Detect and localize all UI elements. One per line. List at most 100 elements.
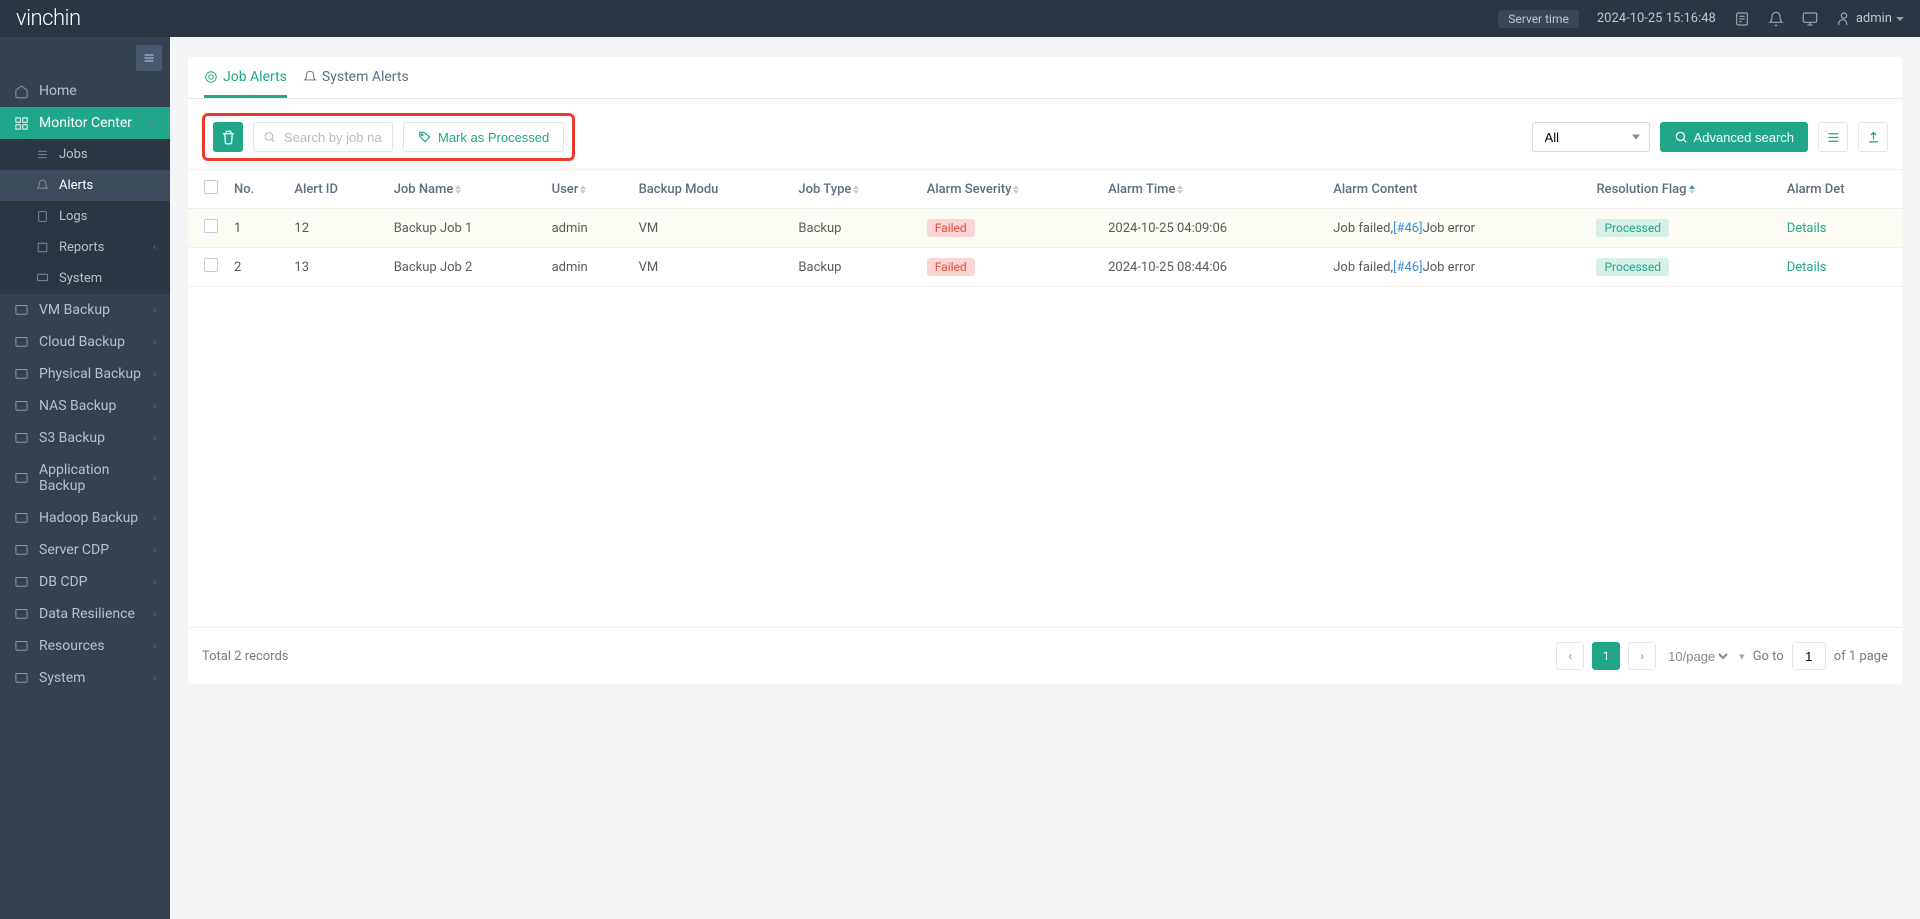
file-icon [36, 210, 49, 223]
nav-server-cdp[interactable]: Server CDP‹ [0, 534, 170, 566]
col-time[interactable]: Alarm Time [1100, 170, 1325, 209]
col-severity[interactable]: Alarm Severity [919, 170, 1100, 209]
resolution-badge: Processed [1596, 258, 1669, 276]
module-icon [14, 511, 29, 526]
nav-home[interactable]: Home [0, 75, 170, 107]
toolbar-highlight: Mark as Processed [202, 113, 575, 161]
nav-vm-backup[interactable]: VM Backup‹ [0, 294, 170, 326]
col-alert-id[interactable]: Alert ID [286, 170, 385, 209]
resolution-badge: Processed [1596, 219, 1669, 237]
nav-s3-backup[interactable]: S3 Backup‹ [0, 422, 170, 454]
nav-logs[interactable]: Logs [0, 201, 170, 232]
list-icon [36, 148, 49, 161]
sidebar: Home Monitor Center ⌄ Jobs Alerts Logs R… [0, 37, 170, 919]
report-icon [36, 241, 49, 254]
module-icon [14, 639, 29, 654]
error-code-link[interactable]: [#46] [1393, 221, 1423, 236]
total-records: Total 2 records [202, 649, 289, 664]
pager-page-1[interactable]: 1 [1592, 642, 1620, 670]
nav-data-resilience[interactable]: Data Resilience‹ [0, 598, 170, 630]
pager-prev[interactable]: ‹ [1556, 642, 1584, 670]
col-user[interactable]: User [544, 170, 631, 209]
nav-monitor-sub: Jobs Alerts Logs Reports‹ System [0, 139, 170, 294]
of-pages: of 1 page [1834, 649, 1888, 664]
severity-badge: Failed [927, 258, 975, 276]
module-icon [14, 399, 29, 414]
username: admin [1856, 11, 1892, 26]
search-icon [263, 131, 276, 144]
system-icon [36, 272, 49, 285]
nav-reports[interactable]: Reports‹ [0, 232, 170, 263]
severity-badge: Failed [927, 219, 975, 237]
advanced-search-button[interactable]: Advanced search [1660, 122, 1808, 152]
delete-button[interactable] [213, 122, 243, 152]
user-icon [1836, 11, 1852, 27]
module-icon [14, 607, 29, 622]
sidebar-toggle[interactable] [136, 45, 162, 71]
module-icon [14, 335, 29, 350]
pager-next[interactable]: › [1628, 642, 1656, 670]
alerts-table: No. Alert ID Job Name User Backup Modu J… [188, 169, 1902, 287]
nav-cloud-backup[interactable]: Cloud Backup‹ [0, 326, 170, 358]
bell-icon[interactable] [1768, 11, 1784, 27]
nav-alerts[interactable]: Alerts [0, 170, 170, 201]
col-details[interactable]: Alarm Det [1779, 170, 1902, 209]
monitor-icon[interactable] [1802, 11, 1818, 27]
error-code-link[interactable]: [#46] [1393, 260, 1423, 275]
home-icon [14, 84, 29, 99]
goto-input[interactable] [1792, 642, 1826, 670]
server-time: 2024-10-25 15:16:48 [1597, 11, 1716, 26]
module-icon [14, 431, 29, 446]
notes-icon[interactable] [1734, 11, 1750, 27]
module-icon [14, 471, 29, 486]
details-link[interactable]: Details [1787, 221, 1827, 236]
export-icon [1866, 130, 1881, 145]
list-view-button[interactable] [1818, 122, 1848, 152]
nav-monitor-center[interactable]: Monitor Center ⌄ [0, 107, 170, 139]
chevron-down-icon [1896, 17, 1904, 21]
details-link[interactable]: Details [1787, 260, 1827, 275]
col-content[interactable]: Alarm Content [1325, 170, 1588, 209]
nav-system-sub[interactable]: System [0, 263, 170, 294]
tab-system-alerts[interactable]: System Alerts [303, 57, 409, 98]
col-module[interactable]: Backup Modu [631, 170, 791, 209]
search-icon [1674, 130, 1688, 144]
server-time-label: Server time [1498, 10, 1579, 28]
col-flag[interactable]: Resolution Flag [1588, 170, 1778, 209]
module-icon [14, 303, 29, 318]
table-row: 2 13 Backup Job 2 admin VM Backup Failed… [188, 248, 1902, 287]
bell-icon [303, 70, 317, 84]
nav-nas-backup[interactable]: NAS Backup‹ [0, 390, 170, 422]
nav-resources[interactable]: Resources‹ [0, 630, 170, 662]
col-job-type[interactable]: Job Type [790, 170, 918, 209]
filter-select[interactable]: All [1532, 122, 1650, 152]
nav-hadoop-backup[interactable]: Hadoop Backup‹ [0, 502, 170, 534]
bell-icon [36, 179, 49, 192]
chevron-down-icon: ⌄ [148, 118, 156, 129]
list-icon [1826, 130, 1841, 145]
col-job-name[interactable]: Job Name [386, 170, 544, 209]
nav-application-backup[interactable]: Application Backup‹ [0, 454, 170, 502]
mark-processed-button[interactable]: Mark as Processed [403, 122, 564, 152]
nav-jobs[interactable]: Jobs [0, 139, 170, 170]
dashboard-icon [14, 116, 29, 131]
row-checkbox[interactable] [204, 258, 218, 272]
checkbox-all[interactable] [204, 180, 218, 194]
tab-job-alerts[interactable]: Job Alerts [204, 57, 287, 98]
nav-db-cdp[interactable]: DB CDP‹ [0, 566, 170, 598]
module-icon [14, 543, 29, 558]
nav-system[interactable]: System‹ [0, 662, 170, 694]
alert-icon [204, 70, 218, 84]
user-menu[interactable]: admin [1836, 11, 1904, 27]
page-size-select[interactable]: 10/page [1664, 642, 1731, 670]
logo: vinchin [16, 6, 81, 31]
module-icon [14, 671, 29, 686]
col-no[interactable]: No. [226, 170, 286, 209]
topbar: vinchin Server time 2024-10-25 15:16:48 … [0, 0, 1920, 37]
nav-physical-backup[interactable]: Physical Backup‹ [0, 358, 170, 390]
module-icon [14, 367, 29, 382]
export-button[interactable] [1858, 122, 1888, 152]
row-checkbox[interactable] [204, 219, 218, 233]
table-row: 1 12 Backup Job 1 admin VM Backup Failed… [188, 209, 1902, 248]
goto-label: Go to [1753, 649, 1784, 664]
